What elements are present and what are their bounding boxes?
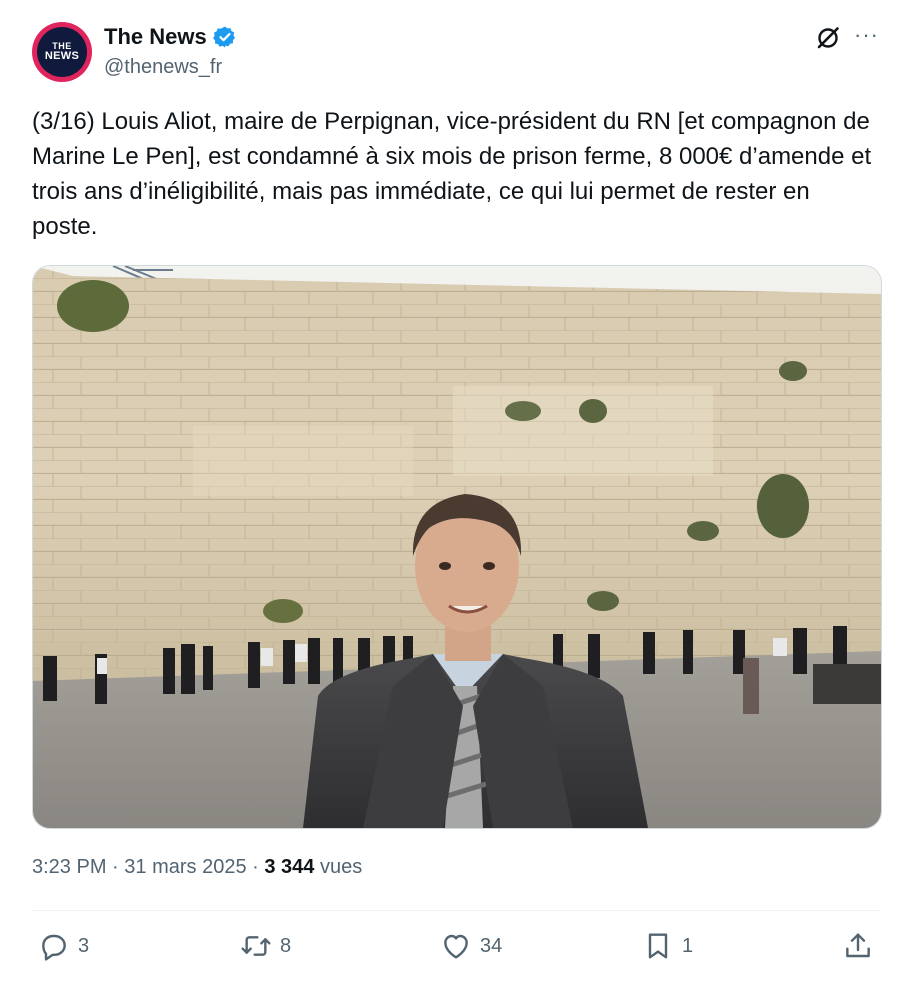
- news-logo: THE NEWS: [37, 27, 87, 77]
- heart-icon: [444, 934, 468, 959]
- reply-button[interactable]: 3: [38, 930, 89, 962]
- avatar[interactable]: THE NEWS: [32, 22, 92, 82]
- author-name-row[interactable]: The News: [104, 24, 237, 50]
- like-button[interactable]: 34: [440, 930, 502, 962]
- avatar-line-2: NEWS: [44, 50, 80, 62]
- bookmark-count: 1: [682, 934, 694, 957]
- photo-image: [33, 266, 881, 828]
- repost-button[interactable]: 8: [240, 930, 291, 962]
- divider: [32, 910, 880, 911]
- views-count: 3 344: [264, 856, 315, 878]
- reply-count: 3: [78, 934, 90, 957]
- reply-icon: [42, 934, 66, 961]
- tweet-text: (3/16) Louis Aliot, maire de Perpignan, …: [32, 108, 872, 240]
- share-icon: [846, 933, 870, 958]
- tweet-date[interactable]: 31 mars 2025: [124, 856, 246, 878]
- bookmark-button[interactable]: 1: [642, 930, 693, 962]
- views-label: vues: [320, 856, 363, 878]
- tweet-time[interactable]: 3:23 PM: [32, 856, 106, 878]
- tweet-metadata: 3:23 PM · 31 mars 2025 · 3 344 vues: [32, 856, 362, 879]
- like-count: 34: [480, 934, 503, 957]
- more-options-icon[interactable]: ···: [854, 22, 879, 48]
- separator: ·: [252, 856, 259, 878]
- verified-badge-icon: [212, 26, 235, 48]
- tweet-photo[interactable]: [32, 265, 882, 829]
- repost-icon: [241, 936, 271, 956]
- display-name[interactable]: The News: [104, 24, 207, 50]
- share-button[interactable]: [842, 930, 874, 962]
- grok-icon[interactable]: [814, 24, 842, 52]
- author-handle[interactable]: @thenews_fr: [104, 56, 222, 79]
- separator: ·: [112, 856, 119, 878]
- repost-count: 8: [280, 934, 292, 957]
- bookmark-icon: [648, 933, 668, 959]
